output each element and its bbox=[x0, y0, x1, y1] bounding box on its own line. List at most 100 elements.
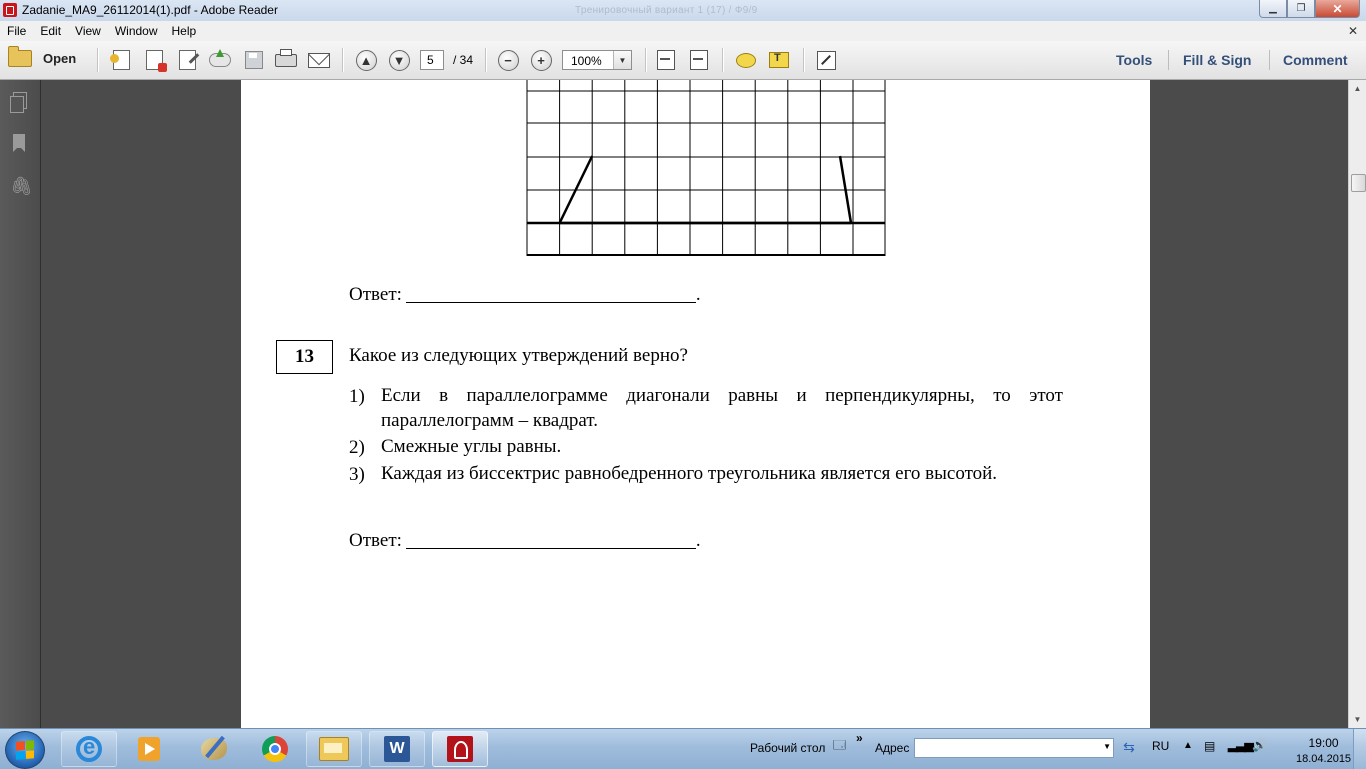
plus-icon: + bbox=[530, 49, 552, 71]
address-input[interactable]: ▼ bbox=[914, 738, 1114, 758]
zoom-out-button[interactable]: − bbox=[497, 49, 519, 71]
answer-blank[interactable] bbox=[405, 284, 696, 303]
network-device-icon[interactable]: ▤ bbox=[1204, 739, 1215, 753]
arrow-up-icon: ▲ bbox=[355, 49, 377, 71]
clock-time: 19:00 bbox=[1308, 736, 1339, 750]
page-number-input[interactable]: 5 bbox=[420, 50, 444, 70]
chevron-down-icon[interactable]: ▼ bbox=[613, 51, 631, 69]
sticky-note-button[interactable] bbox=[735, 49, 757, 71]
menu-edit[interactable]: Edit bbox=[33, 24, 68, 38]
highlight-text-button[interactable] bbox=[768, 49, 790, 71]
option-text: Смежные углы равны. bbox=[381, 436, 562, 457]
tab-comment[interactable]: Comment bbox=[1283, 52, 1348, 68]
toolbar-chevron[interactable]: » bbox=[856, 731, 863, 745]
page-total: / 34 bbox=[453, 53, 474, 67]
email-button[interactable] bbox=[308, 49, 330, 71]
answer-end: . bbox=[695, 284, 701, 305]
tab-tools[interactable]: Tools bbox=[1116, 52, 1152, 68]
chevron-down-icon[interactable]: ▼ bbox=[1103, 742, 1111, 751]
taskbar-chrome[interactable] bbox=[247, 731, 303, 767]
fit-width-button[interactable] bbox=[655, 49, 677, 71]
page-thumbnails-icon[interactable] bbox=[10, 92, 28, 113]
window-ghost-title: Тренировочный вариант 1 (17) / Ф9/9 bbox=[575, 5, 758, 16]
show-hidden-icons-icon[interactable]: ▲ bbox=[1183, 740, 1193, 751]
print-button[interactable] bbox=[275, 48, 297, 71]
scrollbar-thumb[interactable] bbox=[1351, 174, 1366, 192]
open-button[interactable]: Open bbox=[8, 46, 77, 67]
desktop-folder-icon[interactable]: 🗔 bbox=[833, 736, 846, 757]
show-desktop-button[interactable] bbox=[1353, 729, 1366, 769]
toolbar-separator bbox=[97, 48, 98, 72]
full-screen-button[interactable] bbox=[815, 49, 837, 71]
language-indicator[interactable]: RU bbox=[1152, 739, 1169, 753]
option-item: 1) Если в параллелограмме диагонали равн… bbox=[349, 383, 1063, 433]
windows-logo-icon bbox=[16, 740, 34, 760]
toolbar-separator bbox=[645, 48, 646, 72]
option-number: 3) bbox=[349, 464, 365, 485]
paint-icon bbox=[201, 738, 227, 760]
window-title: Zadanie_MA9_26112014(1).pdf - Adobe Read… bbox=[22, 3, 278, 17]
chrome-icon bbox=[262, 736, 288, 762]
taskbar-media-player[interactable] bbox=[121, 731, 177, 767]
desktop-toolbar-label[interactable]: Рабочий стол bbox=[750, 741, 825, 755]
toolbar-separator bbox=[342, 48, 343, 72]
open-label: Open bbox=[43, 51, 77, 66]
pdf-page: Ответ:. 13 Какое из следующих утверждени… bbox=[241, 80, 1150, 728]
taskbar-internet-explorer[interactable] bbox=[61, 731, 117, 767]
acrobat-icon bbox=[447, 736, 473, 762]
toolbar: Open ▲ ▼ 5 / 34 − + 100% ▼ Tools Fill & … bbox=[0, 41, 1366, 80]
scroll-down-icon[interactable]: ▼ bbox=[1349, 711, 1366, 728]
vertical-scrollbar[interactable]: ▲ ▼ bbox=[1348, 80, 1366, 728]
option-number: 2) bbox=[349, 437, 365, 458]
option-item: 3) Каждая из биссектрис равнобедренного … bbox=[349, 461, 1063, 486]
answer-blank[interactable] bbox=[405, 530, 696, 549]
document-area: Ответ:. 13 Какое из следующих утверждени… bbox=[41, 80, 1348, 728]
taskbar-explorer[interactable] bbox=[306, 731, 362, 767]
export-pdf-button[interactable] bbox=[143, 49, 167, 72]
menu-window[interactable]: Window bbox=[108, 24, 165, 38]
upload-cloud-button[interactable] bbox=[209, 49, 231, 71]
menu-bar: File Edit View Window Help ✕ bbox=[0, 21, 1366, 41]
grid-figure bbox=[526, 80, 886, 256]
option-text: Каждая из биссектрис равнобедренного тре… bbox=[381, 463, 998, 484]
highlight-icon bbox=[769, 52, 789, 68]
tab-fill-sign[interactable]: Fill & Sign bbox=[1183, 52, 1251, 68]
window-controls: ▁ ❐ ✕ bbox=[1259, 0, 1360, 18]
taskbar-acrobat[interactable] bbox=[432, 731, 488, 767]
toolbar-separator bbox=[485, 48, 486, 72]
title-bar: Zadanie_MA9_26112014(1).pdf - Adobe Read… bbox=[0, 0, 1366, 22]
answer-label: Ответ: bbox=[349, 284, 402, 305]
menu-file[interactable]: File bbox=[0, 24, 33, 38]
previous-page-button[interactable]: ▲ bbox=[355, 49, 377, 71]
next-page-button[interactable]: ▼ bbox=[388, 49, 410, 71]
volume-icon[interactable]: 🔊 bbox=[1252, 738, 1267, 752]
arrow-down-icon: ▼ bbox=[388, 49, 410, 71]
save-button[interactable] bbox=[243, 49, 265, 71]
clock[interactable]: 19:00 18.04.2015 bbox=[1296, 735, 1351, 767]
go-icon[interactable]: ⇆ bbox=[1119, 739, 1139, 757]
attachment-icon[interactable]: 🖇 bbox=[10, 176, 33, 196]
menu-help[interactable]: Help bbox=[165, 24, 204, 38]
restore-button[interactable]: ❐ bbox=[1287, 0, 1315, 18]
signal-icon[interactable]: ▂▃▅ bbox=[1228, 738, 1254, 752]
fit-page-button[interactable] bbox=[688, 49, 710, 71]
question-text: Какое из следующих утверждений верно? bbox=[349, 345, 688, 366]
expand-icon bbox=[816, 50, 836, 70]
edit-pdf-icon bbox=[178, 50, 196, 70]
close-document-icon[interactable]: ✕ bbox=[1348, 24, 1358, 38]
folder-icon bbox=[8, 46, 32, 67]
minimize-button[interactable]: ▁ bbox=[1259, 0, 1287, 18]
scroll-up-icon[interactable]: ▲ bbox=[1349, 80, 1366, 97]
menu-view[interactable]: View bbox=[68, 24, 108, 38]
zoom-value: 100% bbox=[571, 54, 602, 68]
close-button[interactable]: ✕ bbox=[1315, 0, 1360, 18]
answer-line-13: Ответ:. bbox=[349, 530, 701, 552]
zoom-in-button[interactable]: + bbox=[530, 49, 552, 71]
zoom-select[interactable]: 100% ▼ bbox=[562, 50, 632, 70]
taskbar-word[interactable]: W bbox=[369, 731, 425, 767]
edit-pdf-button[interactable] bbox=[176, 49, 198, 71]
start-button[interactable] bbox=[5, 731, 45, 769]
create-pdf-button[interactable] bbox=[109, 49, 132, 71]
bookmark-icon[interactable] bbox=[10, 134, 28, 154]
taskbar-paint[interactable] bbox=[186, 731, 242, 767]
